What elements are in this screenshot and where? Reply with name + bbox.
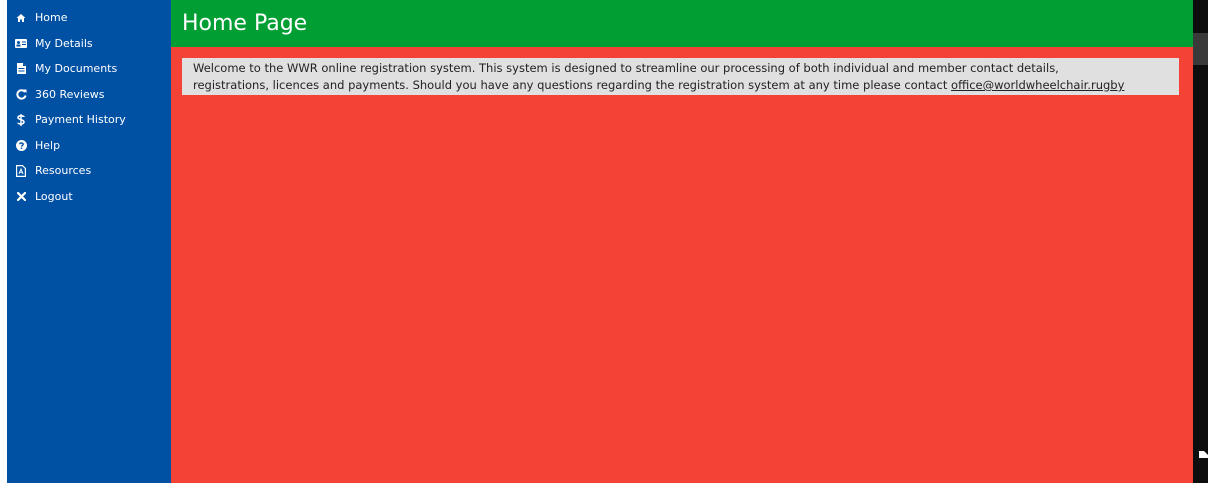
sidebar-item-label: 360 Reviews (35, 87, 105, 101)
page-header: Home Page (171, 0, 1193, 47)
sidebar-item-help[interactable]: Help (7, 133, 171, 159)
welcome-message: Welcome to the WWR online registration s… (182, 58, 1179, 95)
main-content: Home Page Welcome to the WWR online regi… (171, 0, 1193, 483)
sidebar-item-label: Resources (35, 164, 92, 178)
sidebar-item-my-details[interactable]: My Details (7, 31, 171, 57)
refresh-icon (15, 88, 27, 100)
sidebar-item-label: My Documents (35, 62, 118, 76)
sidebar-item-resources[interactable]: Resources (7, 158, 171, 184)
sidebar-item-label: Payment History (35, 113, 126, 127)
contact-email-link[interactable]: office@worldwheelchair.rugby (951, 78, 1124, 92)
sidebar-item-label: Home (35, 11, 68, 25)
sidebar-item-label: My Details (35, 36, 93, 50)
document-icon (15, 63, 27, 75)
sidebar-item-360-reviews[interactable]: 360 Reviews (7, 82, 171, 108)
welcome-text-line-2: registrations, licences and payments. Sh… (193, 77, 1179, 94)
scrollbar-thumb[interactable] (1193, 33, 1208, 65)
pdf-icon (15, 164, 27, 177)
question-icon (15, 139, 27, 151)
sidebar-item-logout[interactable]: Logout (7, 184, 171, 210)
dollar-icon (15, 113, 27, 126)
welcome-text-line-2-body: registrations, licences and payments. Sh… (193, 78, 952, 92)
sidebar-item-label: Help (35, 138, 61, 152)
sidebar-item-my-documents[interactable]: My Documents (7, 56, 171, 82)
welcome-text-line-1: Welcome to the WWR online registration s… (193, 61, 1059, 75)
sidebar: Home My Details My Documents 360 Reviews (7, 0, 171, 483)
window-edge-strip (1193, 0, 1208, 483)
sidebar-item-home[interactable]: Home (7, 5, 171, 31)
sidebar-nav: Home My Details My Documents 360 Reviews (7, 0, 171, 209)
sidebar-item-label: Logout (35, 189, 73, 203)
home-icon (15, 12, 27, 24)
resize-grip-icon (1199, 451, 1208, 458)
close-icon (15, 190, 27, 202)
page-title: Home Page (182, 11, 308, 36)
page: Home My Details My Documents 360 Reviews (0, 0, 1208, 483)
sidebar-item-payment-history[interactable]: Payment History (7, 107, 171, 133)
id-card-icon (15, 37, 27, 49)
